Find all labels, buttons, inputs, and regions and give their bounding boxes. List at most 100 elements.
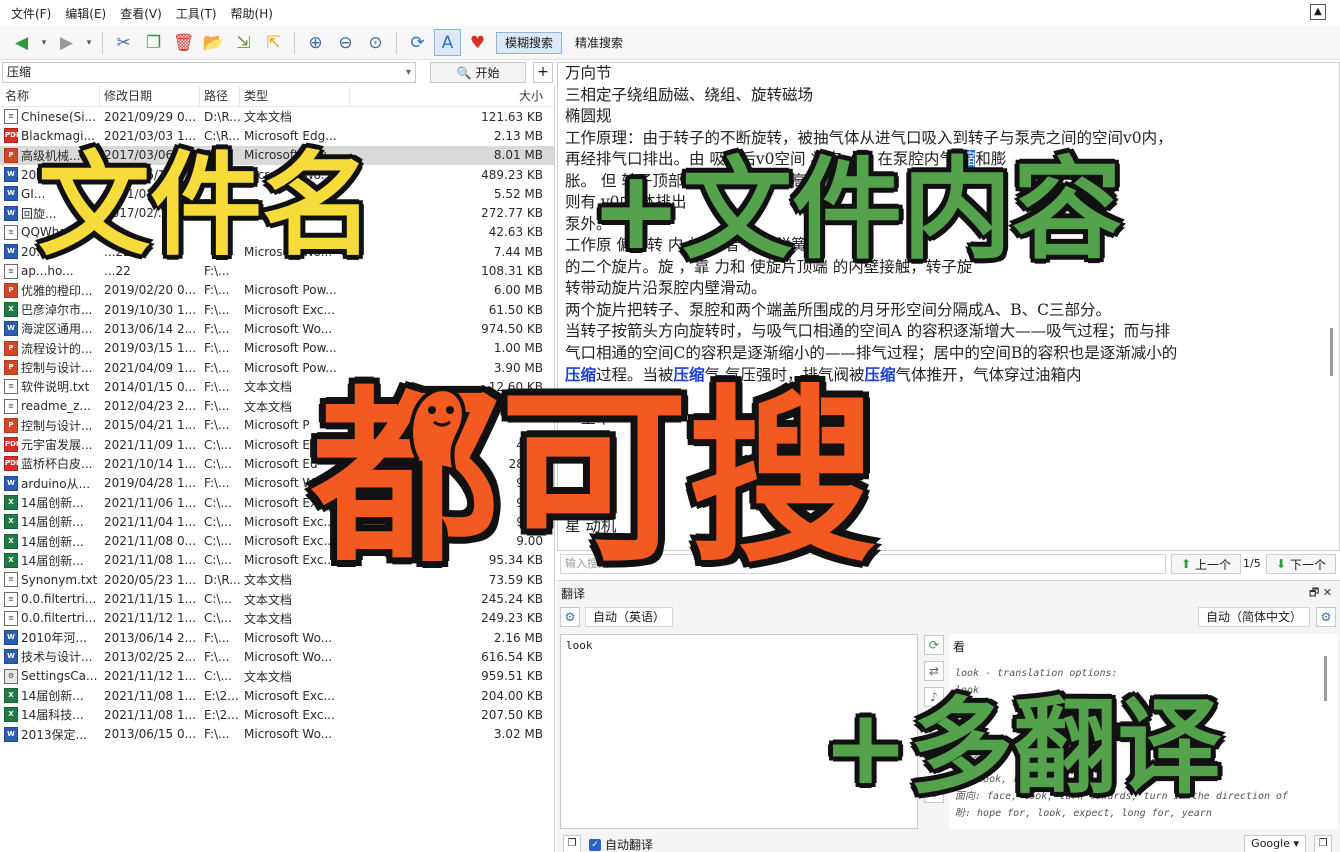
- forward-arrow-icon[interactable]: ▶: [53, 29, 80, 56]
- search-input[interactable]: 压缩 ▾: [2, 62, 416, 83]
- file-row[interactable]: X 巴彦淖尔市... 2019/10/30 1... F:\... Microsoft …: [0, 300, 554, 319]
- file-path: C:\...: [204, 592, 232, 607]
- file-date: 2021/04/09 1...: [104, 360, 197, 375]
- chevron-down-icon[interactable]: ▾: [406, 63, 411, 82]
- fuzzy-search-button[interactable]: 模糊搜索: [496, 31, 563, 54]
- file-row[interactable]: P 优雅的橙印... 2019/02/20 0... F:\... Microsoft …: [0, 281, 554, 300]
- file-row[interactable]: W 海淀区通用... 2013/06/14 2... F:\... Microsoft …: [0, 319, 554, 338]
- file-row[interactable]: ≡ 0.0.filtertri... 2021/11/12 1... C:\... 文本…: [0, 609, 554, 628]
- word-file-icon: W: [4, 186, 18, 202]
- exact-search-button[interactable]: 精准搜索: [567, 32, 631, 54]
- ppt-file-icon: P: [4, 282, 18, 298]
- open-folder-icon[interactable]: 📂: [200, 29, 227, 56]
- file-name-cell: PDF 元宇宙发展...: [0, 436, 100, 453]
- content-scrollbar[interactable]: [1330, 328, 1333, 376]
- collapse-icon[interactable]: ▲: [1310, 4, 1326, 20]
- file-type: Microsoft Exc...: [244, 707, 335, 722]
- content-text-run: 万向节: [565, 64, 612, 82]
- header-date[interactable]: 修改日期: [100, 85, 200, 107]
- file-path: E:\2...: [204, 707, 239, 722]
- engine-select[interactable]: Google ▾: [1244, 835, 1306, 852]
- copy-icon[interactable]: ❐: [140, 29, 167, 56]
- menu-item[interactable]: 查看(V): [113, 5, 169, 22]
- copy-icon[interactable]: ❐: [563, 835, 581, 852]
- file-name-cell: X 14届创新...: [0, 494, 100, 511]
- back-dropdown-icon[interactable]: ▾: [38, 29, 50, 56]
- file-path: C:\...: [204, 611, 232, 626]
- file-type: Microsoft Exc...: [244, 302, 335, 317]
- heart-donate-icon[interactable]: ♥: [464, 29, 491, 56]
- file-size: 974.50 KB: [481, 321, 543, 336]
- search-value: 压缩: [7, 65, 32, 79]
- file-name: 2010年河...: [21, 631, 87, 646]
- file-date: 2019/04/28 1...: [104, 476, 197, 491]
- header-size[interactable]: 大小: [350, 86, 548, 107]
- translate-icon[interactable]: A: [434, 29, 461, 56]
- start-search-label: 开始: [475, 66, 500, 80]
- file-row[interactable]: W 技术与设计... 2013/02/25 2... F:\... Microsoft …: [0, 647, 554, 666]
- export-icon[interactable]: ⇲: [230, 29, 257, 56]
- next-match-button[interactable]: ⬇ 下一个: [1266, 554, 1336, 574]
- file-row[interactable]: W 2010年河... 2013/06/14 2... F:\... Microsoft…: [0, 628, 554, 647]
- gear-icon[interactable]: ⚙: [560, 607, 580, 627]
- caption-file-content: +文件内容: [590, 146, 1123, 274]
- file-name: Chinese(Si...: [21, 109, 97, 124]
- file-row[interactable]: P 流程设计的... 2019/03/15 1... F:\... Microsoft …: [0, 339, 554, 358]
- file-size: 42.63 KB: [488, 225, 543, 240]
- menu-item[interactable]: 工具(T): [169, 5, 224, 22]
- file-list-header: 名称 修改日期 路径 类型 大小: [0, 85, 554, 107]
- header-path[interactable]: 路径: [200, 85, 240, 107]
- word-file-icon: W: [4, 321, 18, 337]
- header-name[interactable]: 名称: [0, 85, 100, 107]
- menu-item[interactable]: 编辑(E): [58, 5, 113, 22]
- file-row[interactable]: W 2013保定... 2013/06/15 0... F:\... Microsoft…: [0, 725, 554, 744]
- forward-dropdown-icon[interactable]: ▾: [83, 29, 95, 56]
- file-row[interactable]: ≡ 0.0.filtertri... 2021/11/15 1... C:\... 文本…: [0, 589, 554, 608]
- zoom-in-icon[interactable]: ⊕: [302, 29, 329, 56]
- file-date: 2021/11/12 1...: [104, 611, 197, 626]
- menu-item[interactable]: 帮助(H): [224, 5, 280, 22]
- checkbox-icon[interactable]: ✓: [589, 838, 601, 851]
- source-language-select[interactable]: 自动（英语）: [585, 607, 674, 627]
- file-type: Microsoft Pow...: [244, 341, 337, 356]
- file-size: 3.02 MB: [493, 727, 543, 742]
- auto-translate-toggle[interactable]: ✓ 自动翻译: [589, 836, 653, 852]
- gear-icon[interactable]: ⚙: [1316, 607, 1336, 627]
- file-date: 2021/11/08 1...: [104, 553, 197, 568]
- delete-icon[interactable]: 🗑: [170, 29, 197, 56]
- file-path: F:\...: [204, 418, 230, 433]
- file-date: 2021/11/08 1...: [104, 707, 197, 722]
- start-search-button[interactable]: 🔍 开始: [430, 62, 526, 83]
- doodle-face-icon: [409, 387, 466, 469]
- content-text-run: 气体推开，气体穿过油箱内: [895, 366, 1082, 384]
- copy-icon[interactable]: ❐: [1314, 835, 1332, 852]
- pdf-file-icon: PDF: [4, 437, 21, 453]
- file-row[interactable]: ⚙ SettingsCa... 2021/11/12 1... C:\... 文本文档 9…: [0, 667, 554, 686]
- output-scrollbar[interactable]: [1324, 656, 1327, 701]
- header-type[interactable]: 类型: [240, 85, 350, 107]
- prev-match-label: 上一个: [1195, 557, 1232, 572]
- refresh-translate-icon[interactable]: ⟳: [924, 635, 944, 655]
- file-size: 204.00 KB: [481, 688, 543, 703]
- add-tab-button[interactable]: +: [533, 62, 553, 83]
- file-row[interactable]: X 14届创新... 2021/11/08 1... E:\2... Microsoft…: [0, 686, 554, 705]
- file-name: 14届创新...: [21, 553, 84, 568]
- target-language-select[interactable]: 自动（简体中文）: [1197, 607, 1310, 627]
- cut-icon[interactable]: ✂: [110, 29, 137, 56]
- file-name-cell: W 技术与设计...: [0, 648, 100, 665]
- refresh-icon[interactable]: ⟳: [404, 29, 431, 56]
- file-type: Microsoft Exc...: [244, 688, 335, 703]
- file-name-cell: X 14届创新...: [0, 513, 100, 530]
- zoom-out-icon[interactable]: ⊖: [332, 29, 359, 56]
- file-date: 2013/06/14 2...: [104, 321, 197, 336]
- panel-float-close-icon[interactable]: 🗗 ✕: [1309, 584, 1332, 603]
- swap-icon[interactable]: ⇄: [924, 661, 944, 681]
- import-icon[interactable]: ⇱: [260, 29, 287, 56]
- prev-match-button[interactable]: ⬆ 上一个: [1171, 554, 1241, 574]
- file-size: 489.23 KB: [481, 167, 543, 182]
- zoom-reset-icon[interactable]: ⊙: [362, 29, 389, 56]
- back-arrow-icon[interactable]: ◀: [8, 29, 35, 56]
- menu-item[interactable]: 文件(F): [4, 5, 58, 22]
- file-row[interactable]: X 14届科技... 2021/11/08 1... E:\2... Microsoft…: [0, 705, 554, 724]
- file-row[interactable]: ≡ Chinese(Si... 2021/09/29 0... D:\R... 文本文档…: [0, 107, 554, 126]
